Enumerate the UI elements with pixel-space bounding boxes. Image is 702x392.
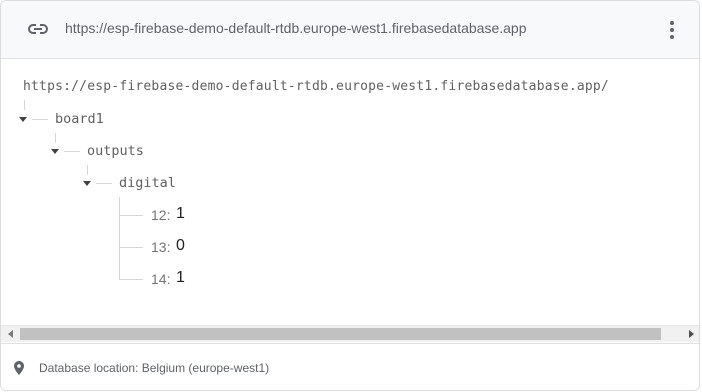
leaf-key-12[interactable]: 12: xyxy=(151,207,170,223)
tree-connector xyxy=(64,151,80,152)
location-pin-icon xyxy=(14,361,24,375)
footer: Database location: Belgium (europe-west1… xyxy=(1,343,699,390)
expand-caret-icon[interactable] xyxy=(83,181,91,186)
database-card: https://esp-firebase-demo-default-rtdb.e… xyxy=(0,0,700,391)
leaf-value-12[interactable]: 1 xyxy=(176,205,185,223)
root-url[interactable]: https://esp-firebase-demo-default-rtdb.e… xyxy=(23,79,609,94)
tree-connector xyxy=(24,100,25,110)
tree-connector xyxy=(87,165,88,175)
leaf-value-13[interactable]: 0 xyxy=(176,237,185,255)
tree-connector xyxy=(119,215,143,216)
leaf-key-13[interactable]: 13: xyxy=(151,239,170,255)
more-vert-icon xyxy=(670,21,674,25)
tree-connector xyxy=(119,197,120,279)
url-header: https://esp-firebase-demo-default-rtdb.e… xyxy=(1,1,699,59)
tree-connector xyxy=(119,279,143,280)
leaf-value-14[interactable]: 1 xyxy=(176,269,185,287)
tree-connector xyxy=(55,133,56,143)
leaf-key-14[interactable]: 14: xyxy=(151,271,170,287)
expand-caret-icon[interactable] xyxy=(51,149,59,154)
database-url[interactable]: https://esp-firebase-demo-default-rtdb.e… xyxy=(65,20,527,36)
tree-node-outputs[interactable]: outputs xyxy=(87,143,144,159)
tree-connector xyxy=(119,247,143,248)
tree-node-digital[interactable]: digital xyxy=(119,175,176,191)
tree-node-board1[interactable]: board1 xyxy=(55,111,104,127)
scroll-right-icon[interactable] xyxy=(689,330,694,338)
data-tree: https://esp-firebase-demo-default-rtdb.e… xyxy=(1,60,699,325)
tree-connector xyxy=(32,119,48,120)
link-icon[interactable] xyxy=(27,21,49,37)
horizontal-scrollbar[interactable] xyxy=(1,325,699,342)
database-location: Database location: Belgium (europe-west1… xyxy=(39,361,270,375)
tree-connector xyxy=(96,183,112,184)
expand-caret-icon[interactable] xyxy=(19,117,27,122)
scrollbar-thumb[interactable] xyxy=(20,328,661,340)
more-options-button[interactable] xyxy=(661,18,683,42)
scroll-left-icon[interactable] xyxy=(8,330,13,338)
